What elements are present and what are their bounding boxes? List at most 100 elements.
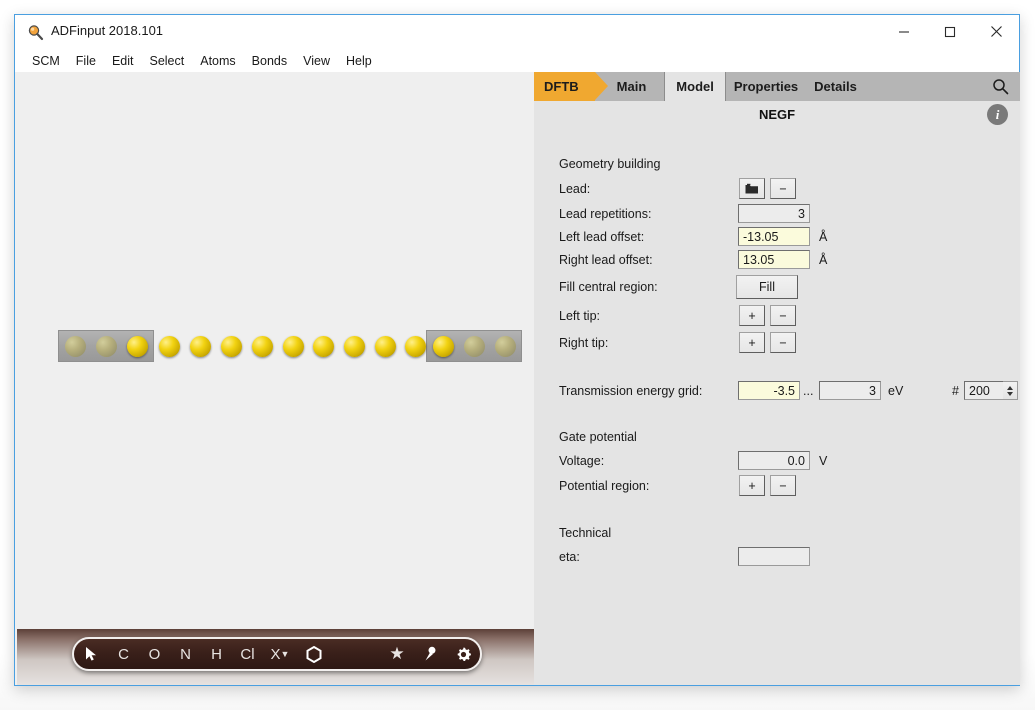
page-root: ADFinput 2018.101 SCM File Edit Select A… — [0, 0, 1035, 710]
molecule-structure — [46, 327, 524, 367]
settings-tool-icon[interactable] — [446, 639, 480, 669]
label-lead-repetitions: Lead repetitions: — [559, 207, 652, 221]
info-icon[interactable]: i — [987, 104, 1008, 125]
atom-toolbar: C O N H Cl X ▼ ★ — [72, 637, 482, 671]
toolbar-spacer — [331, 639, 380, 669]
section-heading-technical: Technical — [559, 526, 612, 540]
transmission-points-input[interactable]: 200 — [964, 381, 1004, 400]
atom — [375, 336, 396, 357]
atom — [159, 336, 180, 357]
menu-item-file[interactable]: File — [68, 52, 104, 70]
tab-strip-spacer — [865, 72, 980, 101]
label-transmission-energy-grid: Transmission energy grid: — [559, 384, 703, 398]
atom — [190, 336, 211, 357]
unit-ev: eV — [888, 384, 904, 398]
lead-repetitions-input[interactable]: 3 — [738, 204, 810, 223]
right-lead-offset-input[interactable]: 13.05 — [738, 250, 810, 269]
lead-atom — [65, 336, 86, 357]
label-right-tip: Right tip: — [559, 336, 609, 350]
menu-item-edit[interactable]: Edit — [104, 52, 142, 70]
panel-header: NEGF i — [534, 101, 1020, 131]
tab-details[interactable]: Details — [806, 72, 865, 101]
tab-properties[interactable]: Properties — [726, 72, 806, 101]
magnifier-icon — [27, 24, 44, 41]
stepper-up-icon[interactable] — [1007, 385, 1013, 390]
eta-input[interactable] — [738, 547, 810, 566]
lead-atom — [96, 336, 117, 357]
tab-model[interactable]: Model — [664, 72, 726, 101]
title-bar: ADFinput 2018.101 — [15, 15, 1019, 49]
menu-item-bonds[interactable]: Bonds — [244, 52, 295, 70]
left-tip-remove-button[interactable]: − — [770, 305, 796, 326]
tab-dftb[interactable]: DFTB — [534, 72, 608, 101]
lead-atom — [433, 336, 454, 357]
menu-item-help[interactable]: Help — [338, 52, 380, 70]
right-tip-add-button[interactable]: + — [739, 332, 765, 353]
menu-item-atoms[interactable]: Atoms — [192, 52, 243, 70]
custom-element-label: X — [270, 645, 281, 663]
application-window: ADFinput 2018.101 SCM File Edit Select A… — [14, 14, 1020, 686]
atom — [344, 336, 365, 357]
label-right-lead-offset: Right lead offset: — [559, 253, 653, 267]
label-lead: Lead: — [559, 182, 591, 196]
unit-angstrom-right: Å — [819, 253, 828, 267]
label-eta: eta: — [559, 550, 580, 564]
lead-folder-button[interactable] — [739, 178, 765, 199]
atom — [405, 336, 426, 357]
section-heading-geometry-building: Geometry building — [559, 157, 661, 171]
menu-item-scm[interactable]: SCM — [24, 52, 68, 70]
right-tip-remove-button[interactable]: − — [770, 332, 796, 353]
label-voltage: Voltage: — [559, 454, 605, 468]
molecule-viewport[interactable]: C O N H Cl X ▼ ★ — [16, 72, 534, 685]
favorites-tool[interactable]: ★ — [380, 639, 414, 669]
fill-button[interactable]: Fill — [736, 275, 798, 299]
close-button[interactable] — [973, 15, 1019, 48]
menu-bar: SCM File Edit Select Atoms Bonds View He… — [15, 49, 1019, 72]
tab-strip: DFTB Main Model Properties Details — [534, 72, 1020, 101]
transmission-points-stepper[interactable] — [1003, 381, 1018, 400]
lead-atom — [127, 336, 148, 357]
menu-item-view[interactable]: View — [295, 52, 338, 70]
transmission-energy-to-input[interactable]: 3 — [819, 381, 881, 400]
count-label: # — [952, 384, 959, 398]
range-separator: ... — [803, 384, 814, 398]
unit-volt: V — [819, 454, 828, 468]
oxygen-tool[interactable]: O — [139, 639, 170, 669]
voltage-input[interactable]: 0.0 — [738, 451, 810, 470]
pin-tool-icon[interactable] — [414, 639, 446, 669]
label-potential-region: Potential region: — [559, 479, 650, 493]
chevron-down-icon: ▼ — [280, 649, 290, 659]
tab-main[interactable]: Main — [595, 72, 665, 101]
potential-region-remove-button[interactable]: − — [770, 475, 796, 496]
carbon-tool[interactable]: C — [108, 639, 139, 669]
label-fill-central-region: Fill central region: — [559, 280, 658, 294]
minimize-button[interactable] — [881, 15, 927, 48]
atom — [283, 336, 304, 357]
label-left-tip: Left tip: — [559, 309, 600, 323]
left-tip-add-button[interactable]: + — [739, 305, 765, 326]
cursor-tool-icon[interactable] — [74, 639, 108, 669]
atom — [221, 336, 242, 357]
nitrogen-tool[interactable]: N — [170, 639, 201, 669]
left-lead-offset-input[interactable]: -13.05 — [738, 227, 810, 246]
atom — [313, 336, 334, 357]
maximize-button[interactable] — [927, 15, 973, 48]
hydrogen-tool[interactable]: H — [201, 639, 232, 669]
search-icon[interactable] — [980, 72, 1020, 101]
lead-atom — [495, 336, 516, 357]
menu-item-select[interactable]: Select — [141, 52, 192, 70]
atom-toolbar-area: C O N H Cl X ▼ ★ — [17, 629, 534, 685]
atom — [252, 336, 273, 357]
custom-element-tool[interactable]: X ▼ — [263, 639, 297, 669]
stepper-down-icon[interactable] — [1007, 391, 1013, 396]
transmission-energy-from-input[interactable]: -3.5 — [738, 381, 800, 400]
label-left-lead-offset: Left lead offset: — [559, 230, 645, 244]
chlorine-tool[interactable]: Cl — [232, 639, 263, 669]
lead-atom — [464, 336, 485, 357]
page-title: NEGF — [758, 107, 796, 122]
potential-region-add-button[interactable]: + — [739, 475, 765, 496]
lead-remove-button[interactable]: − — [770, 178, 796, 199]
section-heading-gate-potential: Gate potential — [559, 430, 637, 444]
ring-tool-icon[interactable] — [297, 639, 331, 669]
unit-angstrom-left: Å — [819, 230, 828, 244]
